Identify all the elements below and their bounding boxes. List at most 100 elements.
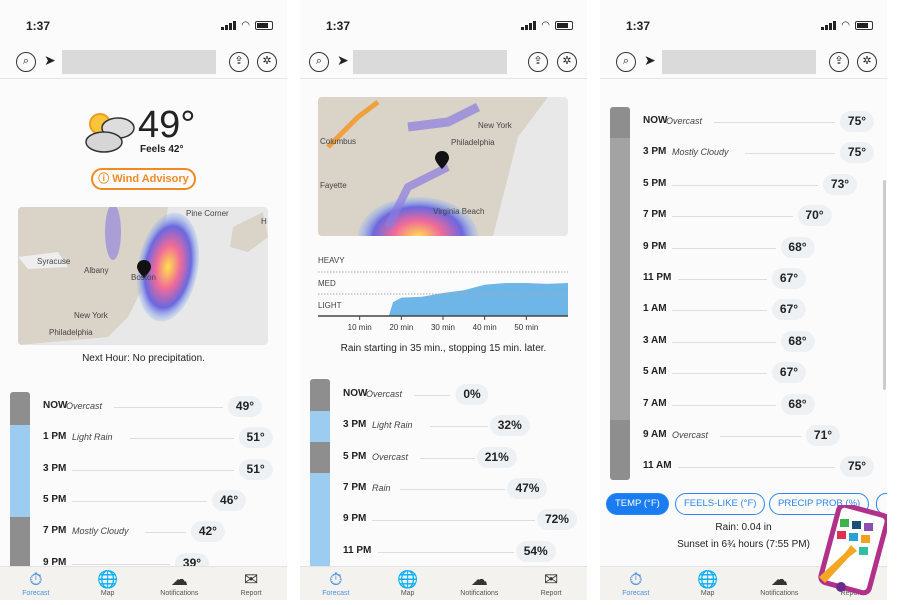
search-icon[interactable]: ⌕ xyxy=(16,52,36,72)
share-icon[interactable]: ⇪ xyxy=(829,52,849,72)
row-value: 72% xyxy=(536,509,577,531)
map-label: Columbus xyxy=(320,137,357,146)
precip-summary: Rain starting in 35 min., stopping 15 mi… xyxy=(340,343,547,354)
metric-button-0[interactable]: TEMP (°F) xyxy=(606,493,669,515)
row-condition: Overcast xyxy=(366,389,403,399)
metric-button-1[interactable]: FEELS-LIKE (°F) xyxy=(675,493,766,515)
globe-icon: 🌐 xyxy=(97,570,119,589)
row-time: NOW xyxy=(643,115,668,126)
hourly-row[interactable]: 1 PM Light Rain 51° xyxy=(0,427,287,449)
hourly-row[interactable]: 1 AM 67° xyxy=(600,299,887,321)
hourly-row[interactable]: 9 AM Overcast 71° xyxy=(600,425,887,447)
feels-like: Feels 42° xyxy=(140,144,184,155)
row-value: 67° xyxy=(771,362,807,384)
share-icon[interactable]: ⇪ xyxy=(229,52,249,72)
hourly-row[interactable]: 5 AM 67° xyxy=(600,362,887,384)
row-time: 1 AM xyxy=(643,303,667,315)
hourly-row[interactable]: NOW Overcast 49° xyxy=(0,396,287,418)
search-icon[interactable]: ⌕ xyxy=(309,52,329,72)
tab-label: Notifications xyxy=(760,590,799,597)
tab-label: Forecast xyxy=(22,590,50,597)
map-label: Philadelphia xyxy=(49,328,93,337)
row-time: 7 PM xyxy=(343,481,367,493)
row-line xyxy=(672,310,767,312)
row-value: 42° xyxy=(190,521,225,543)
row-line xyxy=(420,457,475,459)
row-value: 68° xyxy=(780,393,815,415)
row-line xyxy=(430,426,488,428)
hourly-row[interactable]: NOW Overcast 0% xyxy=(300,384,587,406)
tab-label: Map xyxy=(400,590,415,597)
settings-icon[interactable]: ✲ xyxy=(857,52,877,72)
hourly-row[interactable]: 5 PM 73° xyxy=(600,173,887,196)
status-icons: ◠ xyxy=(521,20,573,31)
hourly-row[interactable]: NOW Overcast 75° xyxy=(600,111,887,133)
tab-notifications[interactable]: ☁ Notifications xyxy=(444,567,516,600)
location-search-input[interactable] xyxy=(662,50,816,74)
location-arrow-icon[interactable]: ➤ xyxy=(44,52,56,69)
location-search-input[interactable] xyxy=(62,50,216,74)
hourly-row[interactable]: 3 PM 51° xyxy=(0,458,287,481)
hourly-row[interactable]: 11 AM 75° xyxy=(600,456,887,478)
hourly-row[interactable]: 7 PM Rain 47% xyxy=(300,477,587,500)
top-bar: ⌕ ➤ ⇪ ✲ xyxy=(300,47,587,79)
row-value: 54% xyxy=(515,540,556,562)
hourly-row[interactable]: 3 AM 68° xyxy=(600,330,887,353)
row-line xyxy=(372,520,535,522)
tab-map[interactable]: 🌐 Map xyxy=(372,567,444,600)
row-line xyxy=(400,488,506,490)
forecast-screen: 1:37 ◠ ⌕ ➤ ⇪ ✲ 49° Feels 42° ⓘ Wind Advi… xyxy=(0,0,287,600)
x-tick-label: 50 min xyxy=(514,323,538,332)
globe-icon: 🌐 xyxy=(397,570,419,589)
settings-icon[interactable]: ✲ xyxy=(557,52,577,72)
tab-notifications[interactable]: ☁ Notifications xyxy=(144,567,216,600)
tab-report[interactable]: ✉Report xyxy=(515,567,587,600)
hourly-row[interactable]: 9 PM 72% xyxy=(300,509,587,531)
row-value: 0% xyxy=(455,384,489,405)
wind-advisory-button[interactable]: ⓘ Wind Advisory xyxy=(91,168,196,190)
row-condition: Rain xyxy=(372,482,391,493)
location-search-input[interactable] xyxy=(353,50,507,74)
row-time: 9 AM xyxy=(643,429,667,440)
hourly-row[interactable]: 11 PM 54% xyxy=(300,540,587,563)
search-icon[interactable]: ⌕ xyxy=(616,52,636,72)
radar-map[interactable]: New York Columbus Philadelphia Fayette V… xyxy=(318,97,568,236)
level-label: HEAVY xyxy=(318,256,345,265)
cloud-alert-icon: ☁ xyxy=(470,570,488,589)
cloud-alert-icon: ☁ xyxy=(770,570,788,589)
hourly-row[interactable]: 7 PM Mostly Cloudy 42° xyxy=(0,521,287,543)
stopwatch-icon: ⏱ xyxy=(29,570,43,589)
hourly-row[interactable]: 9 PM 68° xyxy=(600,236,887,259)
row-time: 9 PM xyxy=(343,513,367,525)
hourly-row[interactable]: 5 PM 46° xyxy=(0,489,287,512)
scrollbar[interactable] xyxy=(883,180,886,390)
hourly-row[interactable]: 11 PM 67° xyxy=(600,268,887,290)
share-icon[interactable]: ⇪ xyxy=(528,52,548,72)
globe-icon: 🌐 xyxy=(697,570,719,589)
hourly-row[interactable]: 7 AM 68° xyxy=(600,393,887,416)
tab-map[interactable]: 🌐 Map xyxy=(672,567,744,600)
row-value: 51° xyxy=(238,458,273,480)
envelope-icon: ✉ xyxy=(544,570,559,589)
row-time: 5 AM xyxy=(643,366,667,378)
tab-map[interactable]: 🌐 Map xyxy=(72,567,144,600)
tab-bar: ⏱Forecast🌐Map☁Notifications✉Report xyxy=(300,566,587,600)
envelope-icon: ✉ xyxy=(244,570,259,589)
hourly-row[interactable]: 3 PM Mostly Cloudy 75° xyxy=(600,142,887,164)
radar-map[interactable]: Pine Corner H Syracuse Albany Boston New… xyxy=(18,207,268,345)
tab-report[interactable]: ✉Report xyxy=(215,567,287,600)
row-time: 1 PM xyxy=(43,431,67,443)
tab-forecast[interactable]: ⏱ Forecast xyxy=(600,567,672,600)
tab-forecast[interactable]: ⏱ Forecast xyxy=(0,567,72,600)
hourly-row[interactable]: 7 PM 70° xyxy=(600,205,887,227)
row-line xyxy=(672,184,818,186)
hourly-row[interactable]: 5 PM Overcast 21% xyxy=(300,446,587,469)
settings-icon[interactable]: ✲ xyxy=(257,52,277,72)
map-label: Virginia Beach xyxy=(433,207,485,216)
hourly-row[interactable]: 3 PM Light Rain 32% xyxy=(300,415,587,437)
tab-forecast[interactable]: ⏱ Forecast xyxy=(300,567,372,600)
location-arrow-icon[interactable]: ➤ xyxy=(644,52,656,69)
tab-notifications[interactable]: ☁ Notifications xyxy=(744,567,816,600)
row-line xyxy=(114,407,223,408)
location-arrow-icon[interactable]: ➤ xyxy=(337,52,349,69)
